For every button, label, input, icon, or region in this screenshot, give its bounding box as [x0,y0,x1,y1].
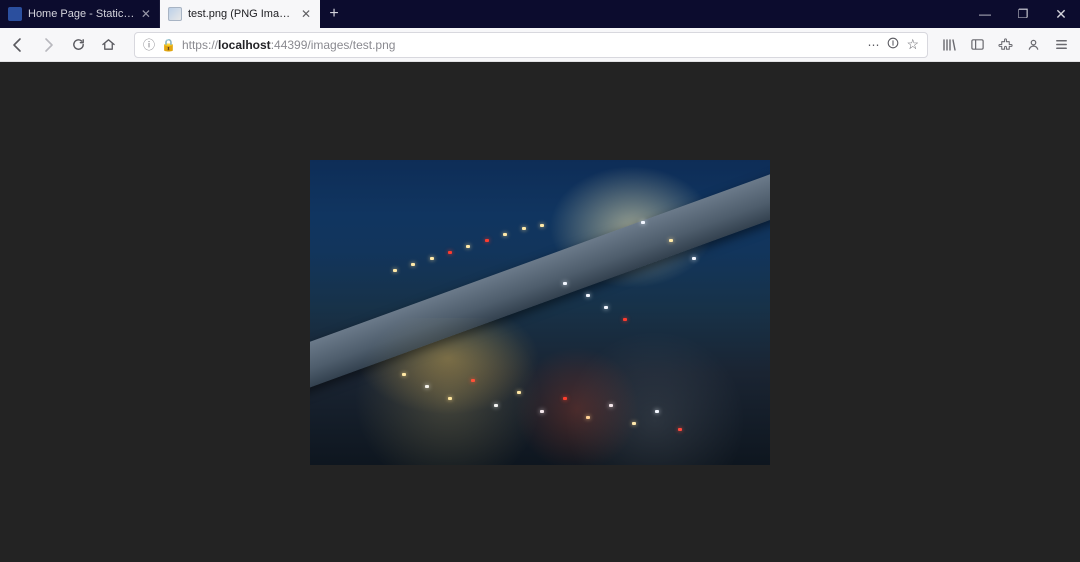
url-rest: :44399/images/test.png [271,38,396,52]
site-info-icon[interactable]: ⓘ [143,36,155,53]
url-bar[interactable]: ⓘ 🔒 https://localhost:44399/images/test.… [134,32,928,58]
tab-home-page[interactable]: Home Page - StaticFilesDemo ✕ [0,0,160,28]
library-icon [941,37,957,53]
image-detail-overlay [310,160,770,465]
tab-favicon [168,7,182,21]
sidebar-button[interactable] [964,32,990,58]
new-tab-button[interactable]: + [320,0,348,28]
tab-close-button[interactable]: ✕ [141,7,151,21]
reader-view-button[interactable] [886,36,900,53]
addons-button[interactable] [992,32,1018,58]
url-scheme: https:// [182,38,218,52]
account-button[interactable] [1020,32,1046,58]
home-icon [101,37,116,52]
close-icon: ✕ [1055,6,1067,23]
tab-close-button[interactable]: ✕ [301,7,311,21]
url-text: https://localhost:44399/images/test.png [182,38,861,52]
forward-button[interactable] [34,32,62,58]
account-icon [1026,37,1041,52]
url-host: localhost [218,38,271,52]
arrow-right-icon [40,37,56,53]
window-controls: — ❐ ✕ [966,0,1080,28]
hamburger-icon [1054,37,1069,52]
arrow-left-icon [10,37,26,53]
reader-view-icon [886,36,900,50]
maximize-icon: ❐ [1018,7,1029,21]
window-minimize-button[interactable]: — [966,0,1004,28]
titlebar: Home Page - StaticFilesDemo ✕ test.png (… [0,0,1080,28]
reload-button[interactable] [64,32,92,58]
back-button[interactable] [4,32,32,58]
displayed-image[interactable] [310,160,770,465]
tab-favicon [8,7,22,21]
nav-toolbar: ⓘ 🔒 https://localhost:44399/images/test.… [0,28,1080,62]
home-button[interactable] [94,32,122,58]
bookmark-star-button[interactable]: ☆ [906,36,919,53]
lock-icon: 🔒 [161,38,176,52]
tab-label: Home Page - StaticFilesDemo [28,8,135,20]
titlebar-drag-region [348,0,966,28]
app-menu-button[interactable] [1048,32,1074,58]
window-maximize-button[interactable]: ❐ [1004,0,1042,28]
puzzle-icon [998,37,1013,52]
plus-icon: + [329,5,338,23]
page-actions-more-button[interactable]: ⋯ [867,38,880,52]
tab-test-png[interactable]: test.png (PNG Image, 660 × 43… ✕ [160,0,320,28]
minimize-icon: — [979,7,991,21]
tab-label: test.png (PNG Image, 660 × 43… [188,8,295,20]
toolbar-right [936,32,1074,58]
content-viewport [0,62,1080,562]
library-button[interactable] [936,32,962,58]
reload-icon [71,37,86,52]
sidebar-icon [970,37,985,52]
window-close-button[interactable]: ✕ [1042,0,1080,28]
